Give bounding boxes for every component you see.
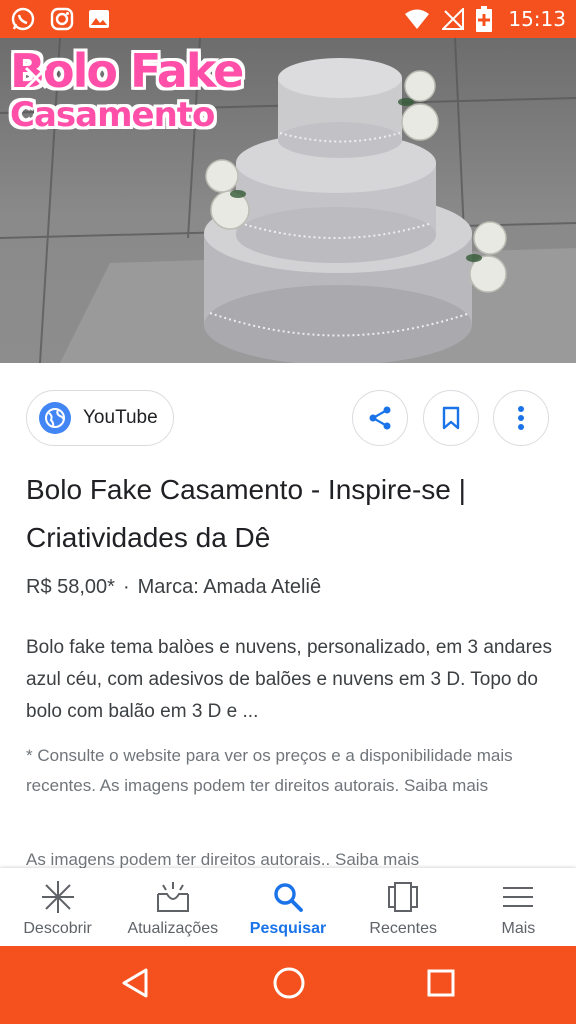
bookmark-icon — [442, 406, 460, 430]
bottom-nav: Descobrir Atualizações Pesquisar Recente… — [0, 868, 576, 946]
result-description: Bolo fake tema balòes e nuvens, personal… — [26, 637, 552, 722]
overview-button[interactable] — [426, 968, 456, 1003]
recents-icon — [388, 882, 419, 912]
copyright-disclaimer[interactable]: As imagens podem ter direitos autorais..… — [26, 846, 556, 868]
hero-overlay-line2: Casamento — [10, 95, 215, 135]
share-button[interactable] — [352, 390, 408, 446]
price: R$ 58,00* — [26, 576, 115, 598]
nav-label-descobrir: Descobrir — [23, 920, 92, 937]
instagram-icon — [50, 7, 74, 31]
nav-label-mais: Mais — [501, 920, 536, 937]
nav-atualizacoes[interactable]: Atualizações — [115, 868, 230, 946]
home-button[interactable] — [272, 966, 306, 1005]
more-vert-icon — [518, 406, 524, 430]
battery-charging-icon — [476, 6, 493, 32]
back-button[interactable] — [120, 967, 152, 1004]
home-icon — [273, 967, 305, 998]
clock: 15:13 — [508, 7, 566, 31]
asterisk-icon — [41, 881, 74, 913]
result-meta: R$ 58,00* · Marca: Amada Ateliê — [26, 576, 321, 599]
wifi-icon — [404, 8, 430, 30]
nav-recentes[interactable]: Recentes — [346, 868, 461, 946]
search-icon — [274, 883, 303, 912]
price-disclaimer[interactable]: * Consulte o website para ver os preços … — [26, 741, 556, 801]
nav-pesquisar[interactable]: Pesquisar — [230, 868, 345, 946]
nav-mais[interactable]: Mais — [461, 868, 576, 946]
status-bar: 15:13 — [0, 0, 576, 38]
globe-icon — [39, 402, 71, 434]
source-chip[interactable]: YouTube — [26, 390, 174, 446]
nav-label-atualizacoes: Atualizações — [127, 920, 219, 937]
meta-separator: · — [122, 576, 130, 598]
menu-icon — [503, 887, 534, 907]
no-signal-icon — [442, 8, 465, 30]
result-title[interactable]: Bolo Fake Casamento - Inspire-se | Criat… — [26, 466, 536, 562]
hero-image[interactable]: Bolo Fake Casamento — [0, 38, 576, 363]
more-options-button[interactable] — [493, 390, 549, 446]
action-row: YouTube — [0, 388, 576, 448]
nav-label-recentes: Recentes — [369, 920, 437, 937]
close-icon — [24, 66, 48, 90]
whatsapp-icon — [10, 6, 36, 32]
nav-descobrir[interactable]: Descobrir — [0, 868, 115, 946]
overview-icon — [427, 969, 455, 996]
share-icon — [369, 406, 391, 430]
back-icon — [122, 968, 148, 997]
source-label: YouTube — [83, 407, 158, 428]
nav-label-pesquisar: Pesquisar — [249, 920, 327, 937]
bookmark-button[interactable] — [423, 390, 479, 446]
inbox-updates-icon — [156, 882, 189, 912]
gallery-icon — [88, 8, 110, 30]
system-nav-bar — [0, 946, 576, 1024]
close-button[interactable] — [14, 56, 58, 100]
brand: Marca: Amada Ateliê — [137, 576, 322, 598]
